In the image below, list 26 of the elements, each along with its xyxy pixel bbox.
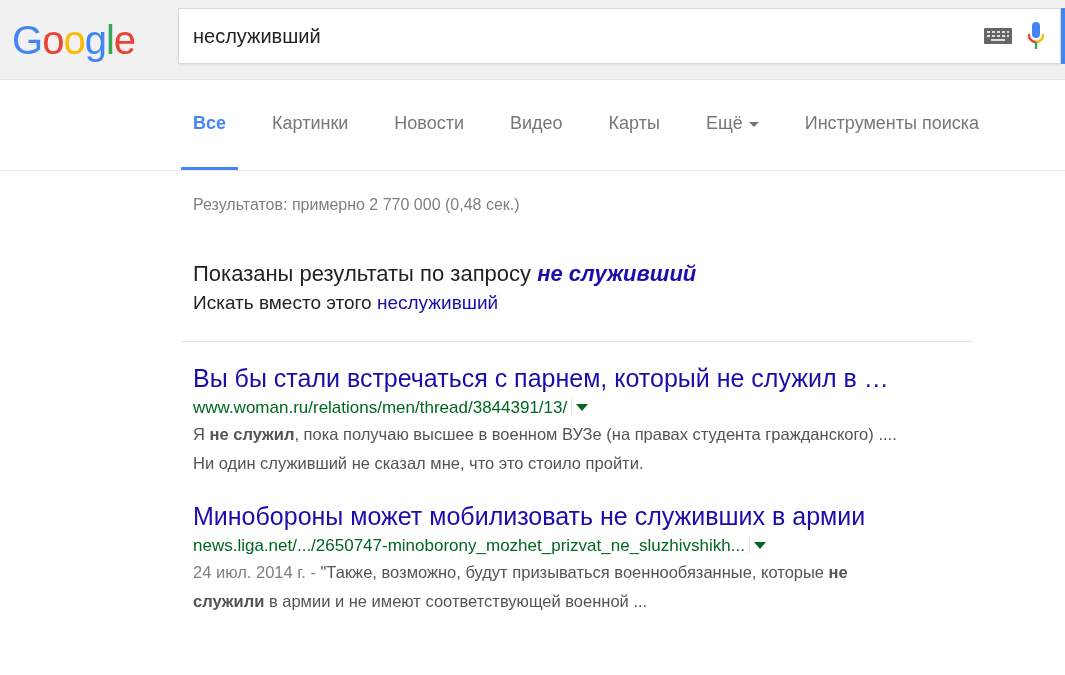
- category-tab[interactable]: Карты: [596, 80, 672, 170]
- keyboard-icon[interactable]: [984, 28, 1012, 44]
- google-logo[interactable]: Google: [0, 0, 178, 79]
- result-snippet: 24 июл. 2014 г. - "Также, возможно, будут призываться военнообязанные, которые не служили в армии и не имеют соответствующей военной ...: [193, 562, 849, 613]
- corrected-query-link[interactable]: не служивший: [537, 261, 697, 286]
- category-tab[interactable]: Новости: [382, 80, 476, 170]
- more-menu-tab[interactable]: Ещё: [693, 80, 771, 170]
- search-instead-label: Искать вместо этого: [193, 291, 372, 313]
- showing-results-label: Показаны результаты по запросу: [193, 261, 531, 286]
- dropdown-arrow-icon[interactable]: [571, 399, 591, 416]
- original-query-link[interactable]: неслуживший: [376, 291, 499, 313]
- result-title-link[interactable]: Минобороны может мобилизовать не служивших в армии: [193, 500, 866, 533]
- search-field[interactable]: неслуживший: [179, 20, 984, 52]
- search-box[interactable]: неслуживший: [178, 8, 1061, 64]
- search-tools-tab[interactable]: Инструменты поиска: [792, 80, 992, 170]
- category-tab[interactable]: Все: [181, 80, 239, 170]
- caret-icon: [748, 121, 759, 127]
- dropdown-arrow-icon[interactable]: [748, 537, 768, 554]
- category-tab[interactable]: Видео: [498, 80, 575, 170]
- result-url: www.woman.ru/relations/men/thread/3844391/13/: [193, 396, 568, 419]
- category-tab[interactable]: Картинки: [260, 80, 361, 170]
- result-snippet: Я не служил, пока получаю высшее в военном ВУЗе (на правах студента гражданского) .... Ни один служивший не сказал мне, что это стоило пройти.: [193, 424, 898, 475]
- result-url: news.liga.net/.../2650747-minoborony_mozhet_prizvat_ne_sluzhivshikh...: [193, 534, 745, 557]
- result-stats: Результатов: примерно 2 770 000 (0,48 сек.): [193, 195, 521, 215]
- result-title-link[interactable]: Вы бы стали встречаться с парнем, который не служил в …: [193, 362, 889, 395]
- microphone-icon[interactable]: [1028, 22, 1044, 50]
